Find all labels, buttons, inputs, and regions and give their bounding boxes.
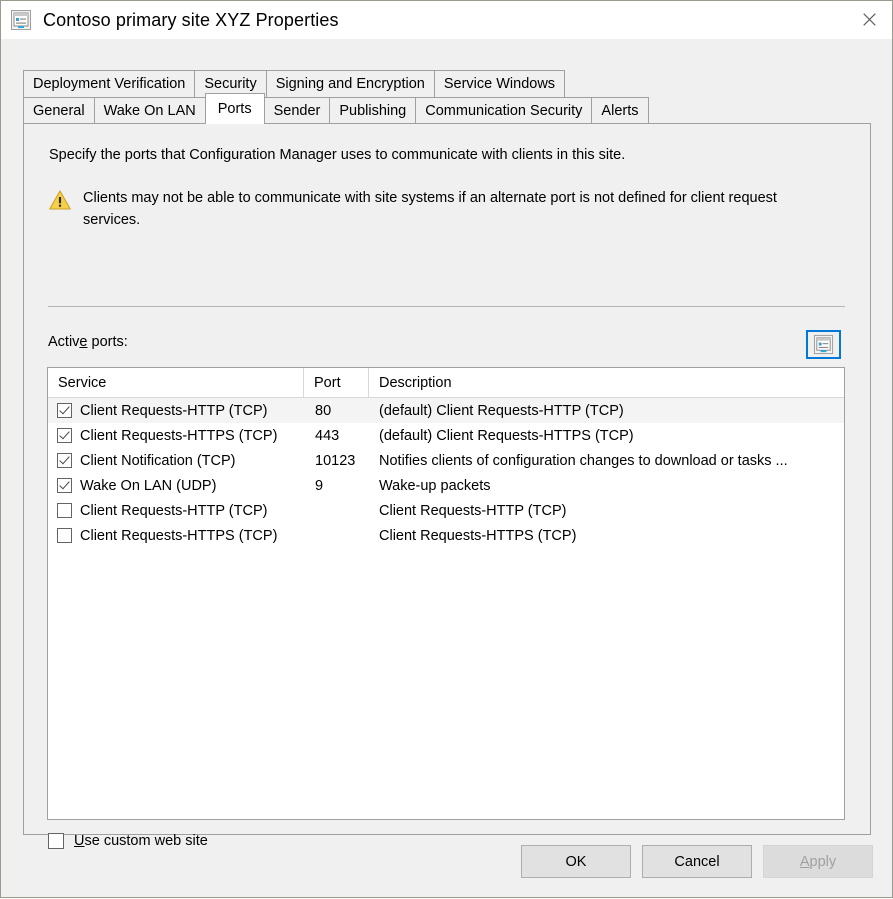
apply-button: Apply: [763, 845, 873, 878]
port-enabled-checkbox[interactable]: [57, 478, 72, 493]
row-port-cell: 10123: [315, 452, 356, 469]
tab-strip: Deployment Verification Security Signing…: [23, 70, 873, 124]
tab-wake-on-lan[interactable]: Wake On LAN: [93, 97, 206, 124]
tab-ports[interactable]: Ports: [204, 93, 265, 124]
port-enabled-checkbox[interactable]: [57, 403, 72, 418]
service-label: Client Requests-HTTPS (TCP): [80, 427, 278, 444]
tab-communication-security[interactable]: Communication Security: [415, 97, 593, 124]
active-ports-listview[interactable]: Service Port Description Client Requests…: [47, 367, 845, 820]
row-description-cell: (default) Client Requests-HTTPS (TCP): [379, 427, 634, 444]
row-port-cell: 80: [315, 402, 332, 419]
column-header-service[interactable]: Service: [48, 368, 304, 397]
tab-sender[interactable]: Sender: [263, 97, 331, 124]
row-description-cell: Client Requests-HTTP (TCP): [379, 502, 567, 519]
tab-row-2: General Wake On LAN Ports Sender Publish…: [23, 93, 649, 124]
ports-tab-panel: Specify the ports that Configuration Man…: [23, 123, 871, 849]
tab-publishing[interactable]: Publishing: [329, 97, 417, 124]
port-enabled-checkbox[interactable]: [57, 528, 72, 543]
row-service-cell: Client Requests-HTTP (TCP): [48, 503, 304, 519]
table-row[interactable]: Client Requests-HTTP (TCP) Client Reques…: [48, 498, 844, 523]
intro-description: Specify the ports that Configuration Man…: [49, 147, 626, 163]
row-port-cell: 9: [315, 477, 324, 494]
dialog-body: Deployment Verification Security Signing…: [1, 39, 892, 897]
listview-header: Service Port Description: [48, 368, 844, 398]
port-properties-button[interactable]: [806, 330, 841, 359]
column-header-port[interactable]: Port: [304, 368, 369, 397]
row-service-cell: Client Requests-HTTPS (TCP): [48, 528, 304, 544]
active-ports-label-pre: Activ: [48, 334, 80, 350]
table-row[interactable]: Client Notification (TCP) 10123 Notifies…: [48, 448, 844, 473]
row-service-cell: Wake On LAN (UDP): [48, 478, 304, 494]
ok-button[interactable]: OK: [521, 845, 631, 878]
active-ports-label-accel: e: [79, 334, 88, 350]
service-label: Client Requests-HTTP (TCP): [80, 402, 268, 419]
dialog-window: Contoso primary site XYZ Properties Depl…: [0, 0, 893, 898]
port-enabled-checkbox[interactable]: [57, 503, 72, 518]
service-label: Client Requests-HTTP (TCP): [80, 502, 268, 519]
tab-service-windows[interactable]: Service Windows: [433, 70, 566, 97]
service-label: Client Notification (TCP): [80, 452, 236, 469]
row-description-cell: Client Requests-HTTPS (TCP): [379, 527, 577, 544]
warning-row: Clients may not be able to communicate w…: [48, 187, 838, 231]
table-row[interactable]: Wake On LAN (UDP) 9 Wake-up packets: [48, 473, 844, 498]
title-bar: Contoso primary site XYZ Properties: [1, 1, 892, 39]
row-port-cell: 443: [315, 427, 340, 444]
service-label: Wake On LAN (UDP): [80, 477, 217, 494]
tab-signing-and-encryption[interactable]: Signing and Encryption: [265, 70, 435, 97]
section-divider: [48, 306, 845, 307]
tab-deployment-verification[interactable]: Deployment Verification: [23, 70, 196, 97]
close-icon[interactable]: [846, 1, 892, 38]
dialog-button-bar: OK Cancel Apply: [1, 845, 892, 899]
row-service-cell: Client Requests-HTTP (TCP): [48, 403, 304, 419]
row-description-cell: (default) Client Requests-HTTP (TCP): [379, 402, 624, 419]
tab-general[interactable]: General: [23, 97, 95, 124]
warning-triangle-icon: [48, 189, 72, 211]
cancel-button[interactable]: Cancel: [642, 845, 752, 878]
port-enabled-checkbox[interactable]: [57, 428, 72, 443]
row-description-cell: Wake-up packets: [379, 477, 491, 494]
row-description-cell: Notifies clients of configuration change…: [379, 452, 788, 469]
warning-message: Clients may not be able to communicate w…: [83, 190, 777, 228]
active-ports-label: Active ports:: [48, 334, 128, 350]
table-row[interactable]: Client Requests-HTTPS (TCP) 443 (default…: [48, 423, 844, 448]
properties-document-icon: [813, 334, 834, 355]
service-label: Client Requests-HTTPS (TCP): [80, 527, 278, 544]
port-enabled-checkbox[interactable]: [57, 453, 72, 468]
window-title: Contoso primary site XYZ Properties: [43, 9, 339, 30]
apply-button-text: pply: [809, 853, 837, 870]
tab-row-1: Deployment Verification Security Signing…: [23, 70, 566, 97]
active-ports-label-post: ports:: [87, 334, 128, 350]
properties-document-icon: [10, 9, 32, 31]
column-header-description[interactable]: Description: [369, 368, 844, 397]
table-row[interactable]: Client Requests-HTTPS (TCP) Client Reque…: [48, 523, 844, 548]
apply-button-accel: A: [799, 853, 810, 870]
table-row[interactable]: Client Requests-HTTP (TCP) 80 (default) …: [48, 398, 844, 423]
row-service-cell: Client Notification (TCP): [48, 453, 304, 469]
row-service-cell: Client Requests-HTTPS (TCP): [48, 428, 304, 444]
tab-alerts[interactable]: Alerts: [591, 97, 649, 124]
